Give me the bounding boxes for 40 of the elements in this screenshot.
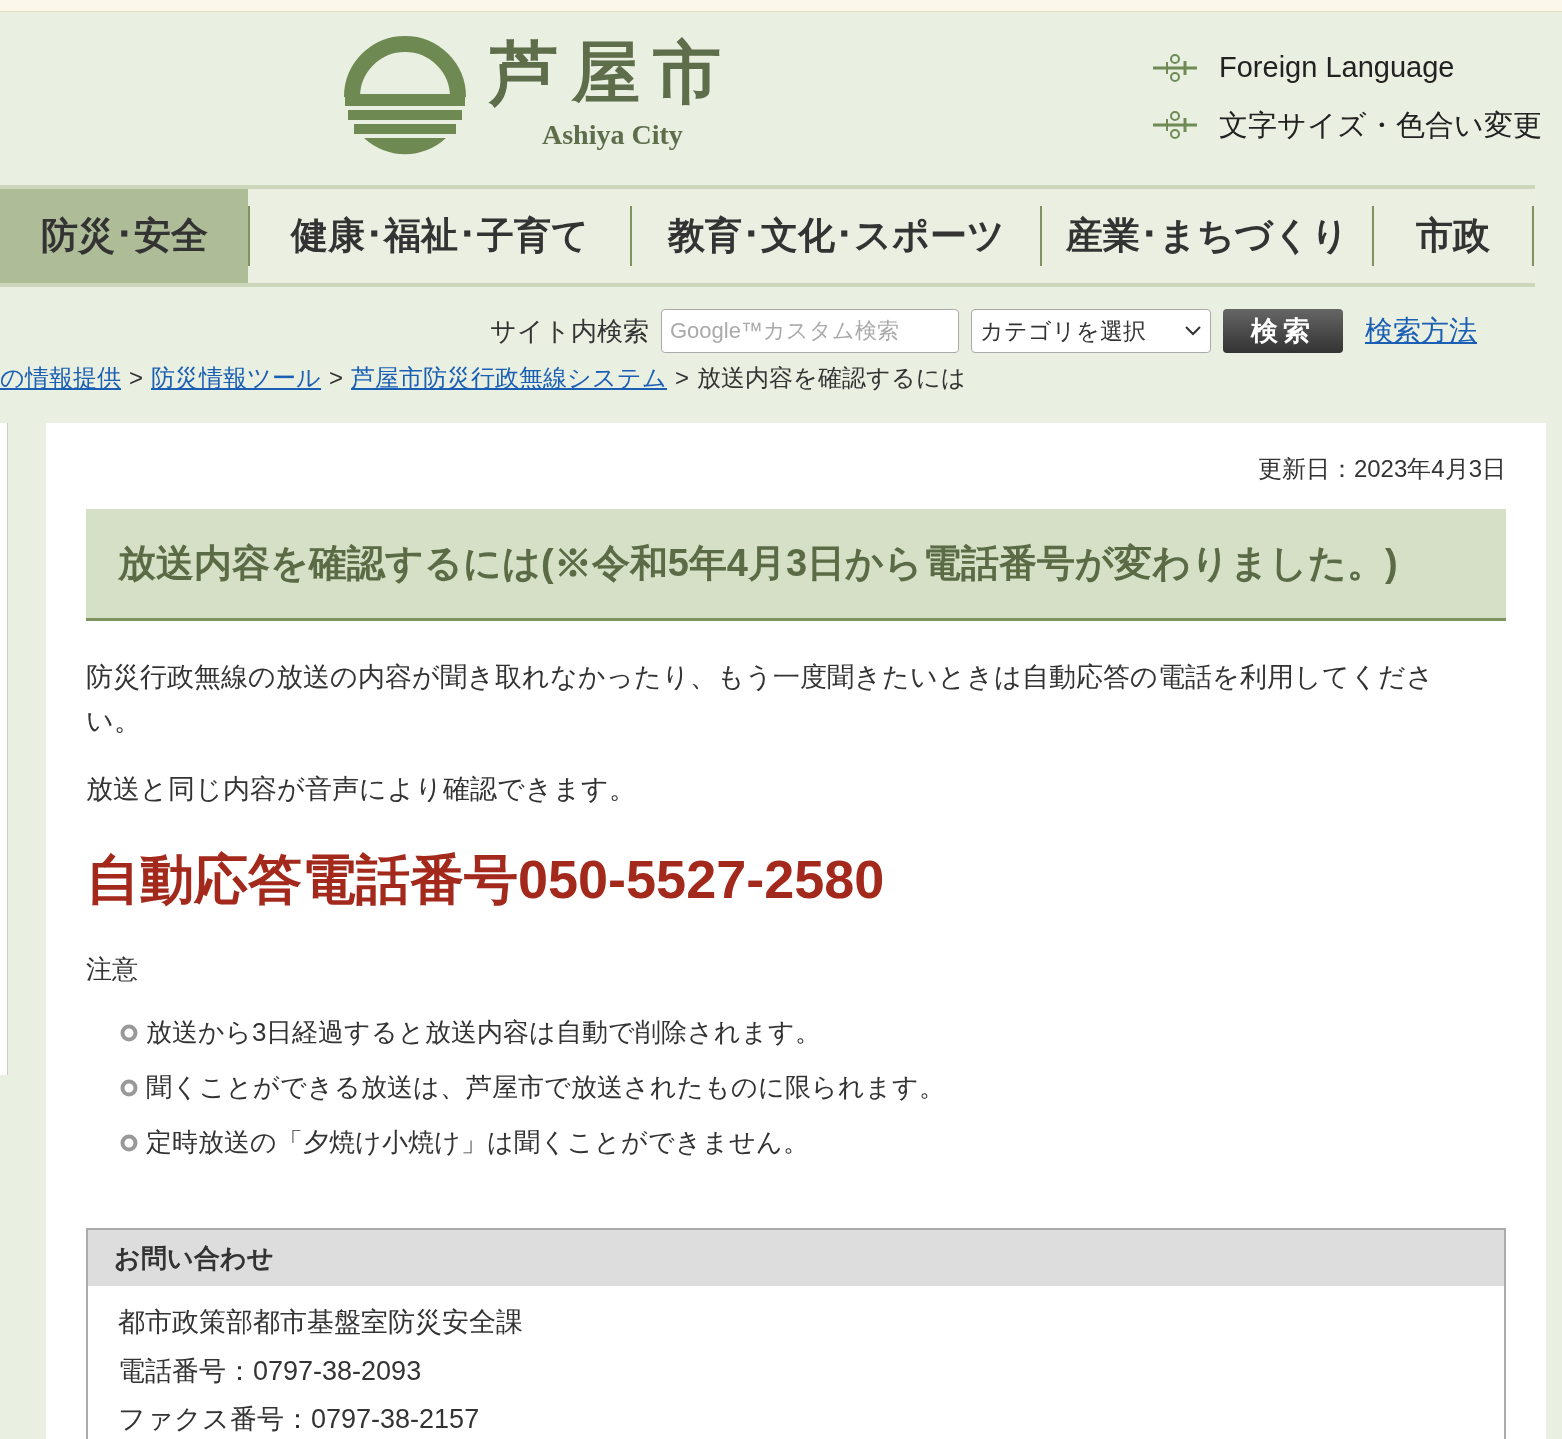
note-item: 定時放送の「夕焼け小焼け」は聞くことができません。 <box>146 1126 809 1159</box>
nav-tab[interactable]: 教育･文化･スポーツ <box>632 189 1040 283</box>
logo-title: 芦屋市 <box>490 38 735 106</box>
header-link[interactable]: Foreign Language <box>1219 46 1455 90</box>
bullet-icon <box>120 1023 138 1042</box>
contact-line: 電話番号：0797-38-2093 <box>118 1354 423 1388</box>
chevron-icon <box>1184 325 1202 337</box>
body-paragraph: 防災行政無線の放送の内容が聞き取れなかったり、もう一度聞きたいときは自動応答の電話を利用してください。 <box>86 661 1435 738</box>
page-title: 放送内容を確認するには(※令和5年4月3日から電話番号が変わりました。) <box>118 541 1398 586</box>
search-help-link[interactable]: 検索方法 <box>1365 310 1477 352</box>
sprig-icon <box>1153 51 1199 84</box>
contact-line: ファクス番号：0797-38-2157 <box>118 1403 481 1436</box>
breadcrumb-separator: > <box>129 363 143 393</box>
search-button[interactable]: 検索 <box>1223 309 1343 353</box>
bullet-icon <box>120 1133 138 1152</box>
category-select[interactable]: カテゴリを選択 <box>971 309 1211 353</box>
breadcrumb-link[interactable]: の情報提供 <box>0 360 121 396</box>
nav-tab[interactable]: 防災･安全 <box>0 189 248 283</box>
body-paragraph: 放送と同じ内容が音声により確認できます。 <box>86 773 637 806</box>
search-field[interactable]: Google™カスタム検索 <box>661 309 959 353</box>
header-link[interactable]: 文字サイズ・色合い変更 <box>1219 103 1542 147</box>
contact-line: 都市政策部都市基盤室防災安全課 <box>118 1306 524 1339</box>
sprig-icon <box>1153 109 1199 142</box>
logo-subtitle: Ashiya City <box>542 118 683 152</box>
nav-tab[interactable]: 市政 <box>1374 189 1532 283</box>
phone-heading: 自動応答電話番号050-5527-2580 <box>86 848 886 911</box>
breadcrumb-separator: > <box>329 363 344 393</box>
breadcrumb-separator: > <box>675 363 690 393</box>
contact-title: お問い合わせ <box>114 1241 274 1275</box>
updated-date: 更新日：2023年4月3日 <box>1257 454 1506 484</box>
search-label: サイト内検索 <box>490 314 649 348</box>
bullet-icon <box>120 1078 138 1097</box>
note-item: 放送から3日経過すると放送内容は自動で削除されます。 <box>146 1016 822 1049</box>
breadcrumb-link[interactable]: 防災情報ツール <box>151 360 321 396</box>
nav-tab[interactable]: 健康･福祉･子育て <box>250 189 630 283</box>
nav-tab[interactable]: 産業･まちづくり <box>1042 189 1372 283</box>
note-item: 聞くことができる放送は、芦屋市で放送されたものに限られます。 <box>146 1071 945 1104</box>
breadcrumb-current: 放送内容を確認するには <box>697 363 967 393</box>
note-label: 注意 <box>86 953 139 986</box>
breadcrumb-link[interactable]: 芦屋市防災行政無線システム <box>351 360 668 396</box>
